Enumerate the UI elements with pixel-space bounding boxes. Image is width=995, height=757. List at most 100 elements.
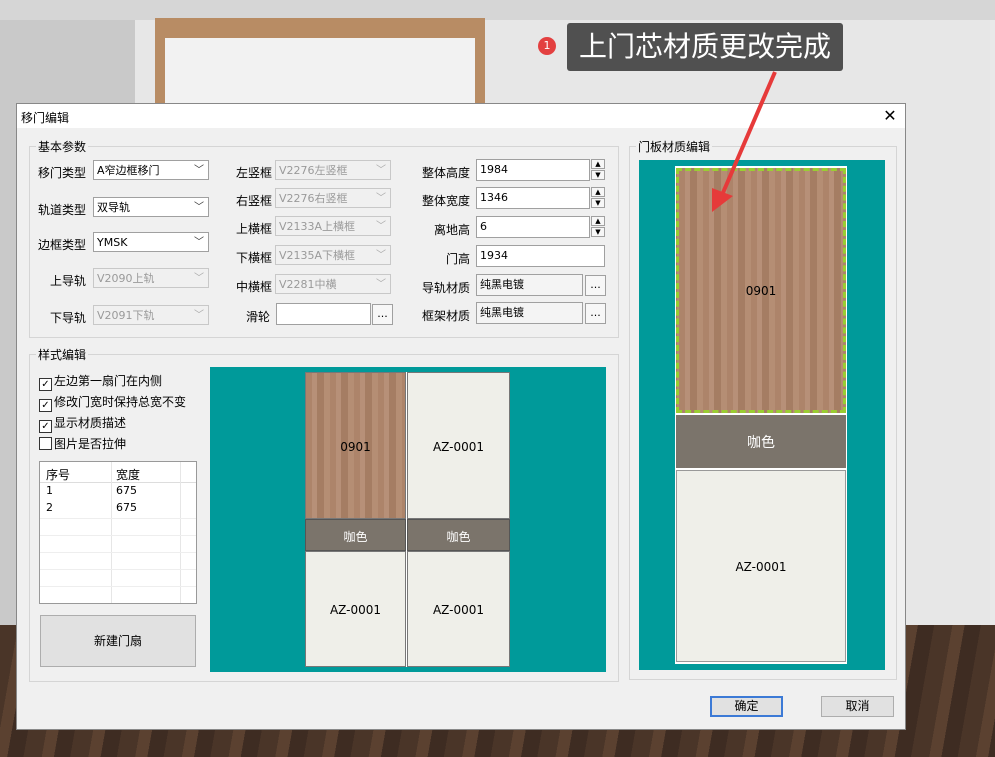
chevron-down-icon: ﹀ [194,202,204,213]
ground-height-field[interactable]: 6 [476,216,590,238]
spin-up-icon[interactable]: ▲ [591,187,605,197]
total-height-field[interactable]: 1984 [476,159,590,181]
track-type-select[interactable]: 双导轨 ﹀ [93,197,209,217]
chevron-down-icon: ﹀ [194,165,204,176]
mid-rail-select[interactable]: V2281中横 ﹀ [275,274,391,294]
door2-top-panel[interactable]: AZ-0001 [407,372,510,519]
total-width-field[interactable]: 1346 [476,187,590,209]
top-rail-select[interactable]: V2133A上横框 ﹀ [275,216,391,236]
door-core-top-panel[interactable]: 0901 [676,168,846,413]
close-icon[interactable]: ✕ [881,107,899,125]
pulley-label: 滑轮 [246,310,271,324]
lower-rail-select[interactable]: V2091下轨 ﹀ [93,305,209,325]
upper-rail-select[interactable]: V2090上轨 ﹀ [93,268,209,288]
left-stile-select[interactable]: V2276左竖框 ﹀ [275,160,391,180]
grid-header-index: 序号 [46,468,71,482]
total-width-spinner[interactable]: ▲ ▼ [591,187,605,209]
door1-top-label: 0901 [340,440,371,454]
sliding-door-dialog: 移门编辑 ✕ 基本参数 移门类型 A窄边框移门 ﹀ 轨道类型 双导轨 ﹀ 边框类型 … [16,103,906,730]
pulley-field[interactable] [276,303,371,325]
grid-line [40,569,196,570]
spin-up-icon[interactable]: ▲ [591,159,605,169]
door1-bottom-label: AZ-0001 [329,603,382,617]
check-show-material[interactable]: ✓ 显示材质描述 [39,414,126,433]
lower-rail-label: 下导轨 [50,311,87,325]
new-door-button[interactable]: 新建门扇 [40,615,196,667]
pulley-browse-button[interactable]: ... [372,304,393,325]
basic-params-group: 基本参数 移门类型 A窄边框移门 ﹀ 轨道类型 双导轨 ﹀ 边框类型 YMSK ﹀ 上… [29,138,619,338]
upper-rail-label: 上导轨 [50,274,87,288]
door2-bottom-panel[interactable]: AZ-0001 [407,551,510,667]
basic-params-title: 基本参数 [36,138,89,155]
table-row[interactable]: 1 675 [40,484,196,500]
ground-height-spinner[interactable]: ▲ ▼ [591,216,605,238]
frame-material-browse-button[interactable]: ... [585,303,606,324]
style-edit-title: 样式编辑 [36,346,89,363]
callout-badge: 1 [538,37,556,55]
row-index: 1 [46,484,53,497]
table-row[interactable]: 2 675 [40,501,196,517]
grid-line [40,518,196,519]
row-width: 675 [116,501,137,514]
chevron-down-icon: ﹀ [194,273,204,284]
right-stile-label: 右竖框 [236,194,273,208]
row-width: 675 [116,484,137,497]
door-height-field[interactable]: 1934 [476,245,605,267]
door-height-label: 门高 [446,252,471,266]
room-ceiling [0,0,995,20]
check-keep-total-width-label: 修改门宽时保持总宽不变 [54,395,187,409]
door-preview-canvas[interactable]: 0901 咖色 AZ-0001 AZ-0001 咖色 AZ-0001 [210,367,606,672]
total-width-label: 整体宽度 [422,194,471,208]
door-core-top-label: 0901 [745,284,777,298]
wardrobe-doors [165,38,475,108]
mid-rail-value: V2281中横 [279,278,337,291]
frame-type-value: YMSK [97,236,128,249]
spin-down-icon[interactable]: ▼ [591,227,605,237]
door-core-bottom-label: AZ-0001 [735,560,787,574]
check-show-material-label: 显示材质描述 [54,416,127,430]
door-type-select[interactable]: A窄边框移门 ﹀ [93,160,209,180]
right-stile-select[interactable]: V2276右竖框 ﹀ [275,188,391,208]
frame-material-field[interactable]: 纯黑电镀 [476,302,583,324]
bottom-rail-select[interactable]: V2135A下横框 ﹀ [275,245,391,265]
chevron-down-icon: ﹀ [194,237,204,248]
door1-top-panel[interactable]: 0901 [305,372,406,519]
left-stile-value: V2276左竖框 [279,164,348,177]
door-core-mid-panel[interactable]: 咖色 [676,415,846,468]
door2-mid-panel[interactable]: 咖色 [407,519,510,551]
chevron-down-icon: ﹀ [376,193,386,204]
spin-up-icon[interactable]: ▲ [591,216,605,226]
check-stretch-image-label: 图片是否拉伸 [54,437,127,451]
door-preview-frame: 0901 咖色 AZ-0001 AZ-0001 咖色 AZ-0001 [305,372,510,667]
total-height-spinner[interactable]: ▲ ▼ [591,159,605,181]
chevron-down-icon: ﹀ [376,250,386,261]
door1-mid-label: 咖色 [343,530,368,544]
panel-frame: 0901 咖色 AZ-0001 [675,166,847,664]
lower-rail-value: V2091下轨 [97,309,155,322]
door-type-value: A窄边框移门 [97,164,160,177]
door1-mid-panel[interactable]: 咖色 [305,519,406,551]
check-left-inner[interactable]: ✓ 左边第一扇门在内侧 [39,372,162,391]
grid-line [40,535,196,536]
grid-line [40,552,196,553]
panel-material-canvas[interactable]: 0901 咖色 AZ-0001 [639,160,885,670]
rail-material-browse-button[interactable]: ... [585,275,606,296]
door-width-grid[interactable]: 序号 宽度 1 675 2 675 [39,461,197,604]
door2-top-label: AZ-0001 [432,440,485,454]
chevron-down-icon: ﹀ [376,279,386,290]
chevron-down-icon: ﹀ [194,310,204,321]
grid-header: 序号 宽度 [40,462,196,483]
door2-mid-label: 咖色 [446,530,471,544]
check-stretch-image[interactable]: 图片是否拉伸 [39,435,126,452]
door1-bottom-panel[interactable]: AZ-0001 [305,551,406,667]
rail-material-field[interactable]: 纯黑电镀 [476,274,583,296]
track-type-value: 双导轨 [97,201,130,214]
checkbox-checked-icon: ✓ [39,378,52,391]
door-core-bottom-panel[interactable]: AZ-0001 [676,470,846,662]
spin-down-icon[interactable]: ▼ [591,170,605,180]
frame-type-select[interactable]: YMSK ﹀ [93,232,209,252]
cancel-button[interactable]: 取消 [821,696,894,717]
check-keep-total-width[interactable]: ✓ 修改门宽时保持总宽不变 [39,393,186,412]
spin-down-icon[interactable]: ▼ [591,198,605,208]
ok-button[interactable]: 确定 [710,696,783,717]
